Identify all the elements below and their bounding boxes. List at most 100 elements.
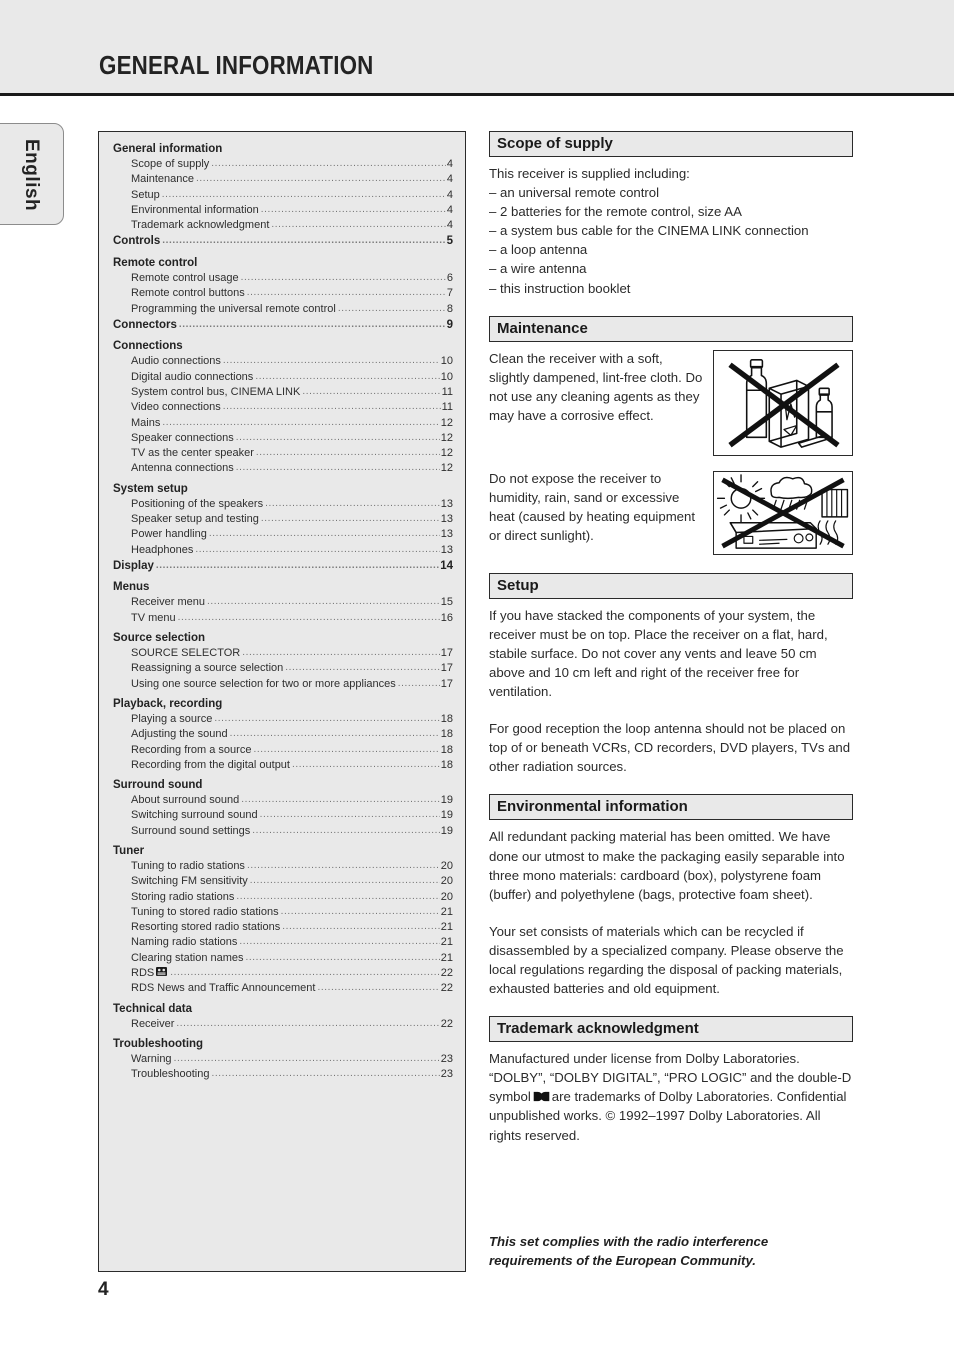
scope-item: – an universal remote control xyxy=(489,185,660,201)
scope-items-list: – an universal remote control – 2 batteri… xyxy=(489,183,853,298)
maintenance-row-humidity: Do not expose the receiver to humidity, … xyxy=(489,469,853,555)
toc-entry[interactable]: SOURCE SELECTOR.........................… xyxy=(113,646,453,661)
toc-leader-dots: ........................................… xyxy=(229,728,440,740)
toc-leader-dots: ........................................… xyxy=(246,287,446,299)
toc-entry[interactable]: Video connections.......................… xyxy=(113,400,453,415)
toc-entry-page-number: 9 xyxy=(446,318,453,331)
toc-entry[interactable]: Tuning to stored radio stations.........… xyxy=(113,905,453,920)
toc-entry-label: TV as the center speaker xyxy=(131,447,254,460)
toc-entry-label: Receiver xyxy=(131,1017,175,1030)
toc-entry[interactable]: Tuning to radio stations................… xyxy=(113,859,453,874)
toc-entry[interactable]: Remote control buttons..................… xyxy=(113,286,453,301)
toc-entry[interactable]: Surround sound settings.................… xyxy=(113,824,453,839)
toc-entry[interactable]: TV menu.................................… xyxy=(113,611,453,626)
section-heading-setup: Setup xyxy=(489,572,853,599)
toc-leader-dots: ........................................… xyxy=(162,235,446,247)
toc-entry-page-number: 20 xyxy=(440,875,453,888)
toc-entry[interactable]: Switching FM sensitivity................… xyxy=(113,874,453,889)
toc-leader-dots: ........................................… xyxy=(161,188,446,200)
toc-leader-dots: ........................................… xyxy=(240,271,446,283)
toc-entry[interactable]: Receiver................................… xyxy=(113,1017,453,1032)
toc-entry-page-number: 13 xyxy=(440,528,453,541)
toc-entry-page-number: 19 xyxy=(440,794,453,807)
toc-leader-dots: ........................................… xyxy=(265,497,440,509)
toc-entry[interactable]: Programming the universal remote control… xyxy=(113,302,453,317)
toc-entry[interactable]: Warning.................................… xyxy=(113,1052,453,1067)
trademark-body: Manufactured under license from Dolby La… xyxy=(489,1049,853,1144)
toc-entry-page-number: 21 xyxy=(440,905,453,918)
toc-entry[interactable]: Adjusting the sound.....................… xyxy=(113,727,453,742)
toc-entry-label: Trademark acknowledgment xyxy=(131,219,270,232)
toc-entry[interactable]: Setup...................................… xyxy=(113,188,453,203)
toc-group-heading: Tuner xyxy=(113,845,145,857)
toc-entry-page-number: 18 xyxy=(440,728,453,741)
toc-entry[interactable]: Troubleshooting.........................… xyxy=(113,1067,453,1082)
toc-entry[interactable]: TV as the center speaker................… xyxy=(113,446,453,461)
toc-entry-page-number: 8 xyxy=(446,302,453,315)
toc-entry[interactable]: About surround sound....................… xyxy=(113,793,453,808)
toc-entry[interactable]: System control bus, CINEMA LINK.........… xyxy=(113,385,453,400)
toc-entry-label: Mains xyxy=(131,416,161,429)
toc-entry[interactable]: Resorting stored radio stations.........… xyxy=(113,920,453,935)
toc-entry-label: Digital audio connections xyxy=(131,370,254,383)
toc-group-heading: Surround sound xyxy=(113,779,203,792)
toc-entry[interactable]: Antenna connections.....................… xyxy=(113,461,453,476)
toc-entry-major[interactable]: Display.................................… xyxy=(113,558,453,576)
toc-entry[interactable]: Power handling..........................… xyxy=(113,527,453,542)
toc-entry[interactable]: RDS.....................................… xyxy=(113,966,453,981)
toc-entry-label: Tuning to stored radio stations xyxy=(131,905,279,918)
toc-leader-dots: ........................................… xyxy=(214,712,439,724)
toc-entry[interactable]: RDS News and Traffic Announcement.......… xyxy=(113,981,453,996)
toc-entry[interactable]: Using one source selection for two or mo… xyxy=(113,677,453,692)
toc-entry-page-number: 4 xyxy=(446,219,453,232)
toc-entry[interactable]: Playing a source........................… xyxy=(113,712,453,727)
toc-entry-label: Recording from a source xyxy=(131,743,252,756)
toc-entry[interactable]: Recording from the digital output.......… xyxy=(113,758,453,773)
toc-entry-page-number: 17 xyxy=(440,662,453,675)
toc-leader-dots: ........................................… xyxy=(162,416,440,428)
toc-group-heading: System setup xyxy=(113,482,188,495)
toc-leader-dots: ........................................… xyxy=(260,513,440,525)
toc-entry[interactable]: Recording from a source.................… xyxy=(113,743,453,758)
toc-entry[interactable]: Scope of supply.........................… xyxy=(113,157,453,172)
toc-entry[interactable]: Speaker connections.....................… xyxy=(113,431,453,446)
toc-entry-page-number: 12 xyxy=(440,447,453,460)
toc-entry-major[interactable]: Connectors..............................… xyxy=(113,317,453,335)
toc-entry-label: Video connections xyxy=(131,401,221,414)
toc-entry-page-number: 19 xyxy=(440,809,453,822)
setup-paragraph-1: If you have stacked the components of yo… xyxy=(489,607,828,700)
toc-entry-label: Clearing station names xyxy=(131,951,244,964)
environmental-paragraph-2: Your set consists of materials which can… xyxy=(489,923,844,997)
toc-leader-dots: ........................................… xyxy=(208,528,440,540)
maintenance-cleaning-text: Clean the receiver with a soft, slightly… xyxy=(489,350,703,423)
toc-entry-page-number: 18 xyxy=(440,743,453,756)
toc-entry[interactable]: Remote control usage....................… xyxy=(113,271,453,286)
toc-entry-page-number: 19 xyxy=(440,824,453,837)
toc-leader-dots: ........................................… xyxy=(255,447,440,459)
toc-group-heading: Menus xyxy=(113,581,150,594)
toc-entry-label: TV menu xyxy=(131,611,176,624)
toc-entry[interactable]: Speaker setup and testing...............… xyxy=(113,512,453,527)
toc-entry[interactable]: Digital audio connections...............… xyxy=(113,370,453,385)
toc-entry[interactable]: Audio connections.......................… xyxy=(113,354,453,369)
toc-entry[interactable]: Storing radio stations..................… xyxy=(113,890,453,905)
page-number: 4 xyxy=(98,1279,109,1300)
toc-leader-dots: ........................................… xyxy=(397,677,440,689)
toc-entry[interactable]: Reassigning a source selection..........… xyxy=(113,661,453,676)
toc-entry-label: Environmental information xyxy=(131,203,259,216)
toc-entry[interactable]: Switching surround sound................… xyxy=(113,808,453,823)
toc-entry[interactable]: Receiver menu...........................… xyxy=(113,595,453,610)
toc-leader-dots: ........................................… xyxy=(155,559,440,571)
toc-entry[interactable]: Environmental information...............… xyxy=(113,203,453,218)
toc-entry[interactable]: Maintenance.............................… xyxy=(113,172,453,187)
toc-entry[interactable]: Mains...................................… xyxy=(113,416,453,431)
toc-entry-major[interactable]: Controls................................… xyxy=(113,233,453,251)
toc-entry[interactable]: Clearing station names..................… xyxy=(113,951,453,966)
toc-entry[interactable]: Headphones..............................… xyxy=(113,543,453,558)
toc-entry-label: Audio connections xyxy=(131,355,221,368)
environmental-paragraph-1: All redundant packing material has been … xyxy=(489,829,845,902)
toc-entry[interactable]: Positioning of the speakers.............… xyxy=(113,497,453,512)
toc-entry[interactable]: Naming radio stations...................… xyxy=(113,935,453,950)
toc-leader-dots: ........................................… xyxy=(196,173,446,185)
toc-entry[interactable]: Trademark acknowledgment................… xyxy=(113,218,453,233)
